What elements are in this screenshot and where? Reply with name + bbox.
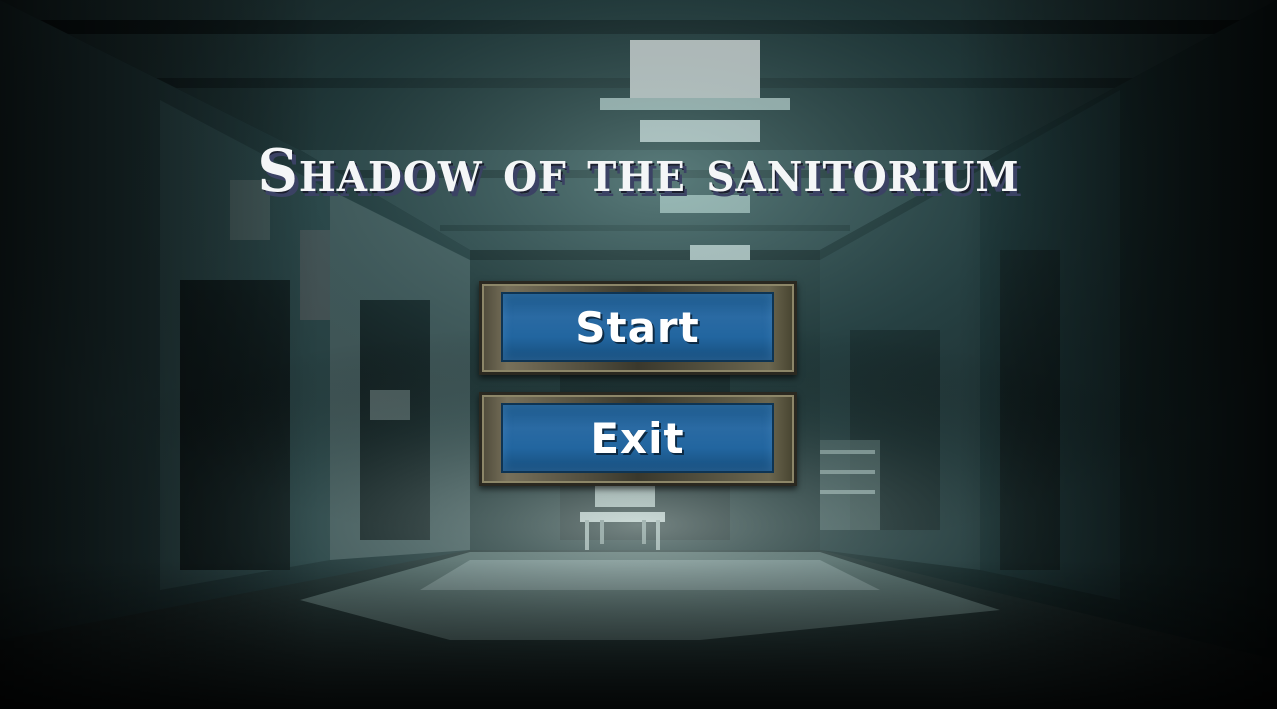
exit-button-plate: Exit — [501, 403, 774, 473]
exit-button-label: Exit — [590, 413, 685, 463]
game-title: Shadow of the sanitorium — [257, 136, 1020, 206]
main-menu-screen: Shadow of the sanitorium Start Exit — [0, 0, 1277, 709]
start-button-label: Start — [575, 302, 700, 352]
start-button-plate: Start — [501, 292, 774, 362]
start-button[interactable]: Start — [479, 281, 797, 375]
exit-button[interactable]: Exit — [479, 392, 797, 486]
